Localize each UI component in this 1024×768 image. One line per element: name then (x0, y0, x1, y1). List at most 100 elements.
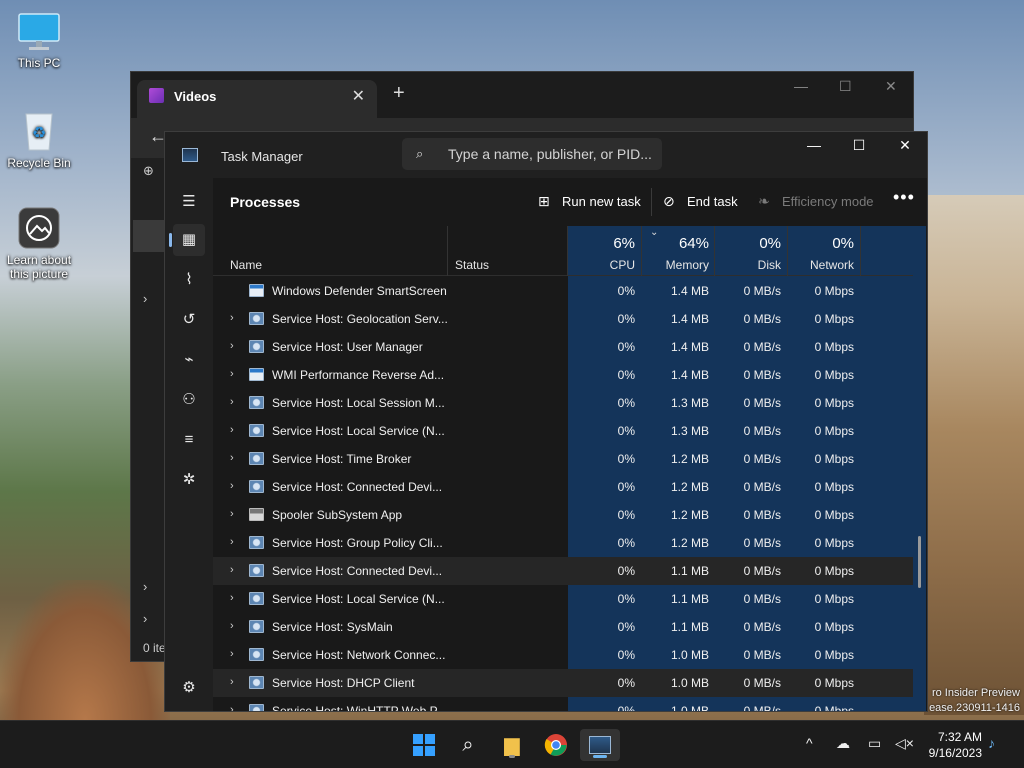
videos-tab[interactable]: Videos ✕ (137, 80, 377, 118)
chevron-right-icon[interactable]: › (143, 611, 147, 626)
chevron-up-icon[interactable]: ^ (806, 735, 813, 751)
expand-chevron-icon[interactable]: › (230, 508, 234, 520)
performance-icon[interactable]: ⌇ (173, 264, 205, 296)
more-options-button[interactable]: ••• (893, 187, 915, 208)
service-icon (249, 676, 264, 689)
process-network: 0 Mbps (814, 704, 854, 712)
search-button[interactable]: ⌕ (448, 729, 488, 761)
process-network: 0 Mbps (814, 424, 854, 438)
process-row[interactable]: › Service Host: Local Service (N... 0% 1.1 … (213, 585, 913, 613)
process-disk: 0 MB/s (743, 704, 781, 712)
expand-chevron-icon[interactable]: › (230, 704, 234, 711)
svg-text:♻: ♻ (32, 125, 46, 142)
close-button[interactable]: ✕ (890, 137, 920, 154)
process-row[interactable]: › Service Host: Network Connec... 0% 1.0 MB… (213, 641, 913, 669)
start-button[interactable] (404, 729, 444, 761)
system-clock[interactable]: 7:32 AM 9/16/2023 (929, 729, 982, 761)
settings-gear-icon[interactable]: ⚙ (173, 672, 205, 704)
search-input[interactable] (448, 144, 653, 164)
column-disk[interactable]: Disk (721, 258, 781, 272)
expand-chevron-icon[interactable]: › (230, 368, 234, 380)
desktop-icon-this-pc[interactable]: This PC (1, 12, 77, 70)
process-row[interactable]: › Service Host: SysMain 0% 1.1 MB 0 MB/s 0 Mb… (213, 613, 913, 641)
process-disk: 0 MB/s (743, 508, 781, 522)
process-row[interactable]: › Service Host: Geolocation Serv... 0% 1.4 … (213, 305, 913, 333)
column-status[interactable]: Status (455, 258, 489, 272)
expand-chevron-icon[interactable]: › (230, 564, 234, 576)
chevron-right-icon[interactable]: › (143, 291, 147, 306)
expand-chevron-icon[interactable]: › (230, 424, 234, 436)
process-row[interactable]: › Service Host: User Manager 0% 1.4 MB 0 MB/… (213, 333, 913, 361)
disk-total-percent[interactable]: 0% (721, 235, 781, 252)
home-icon[interactable]: ⊕ (143, 163, 154, 179)
onedrive-icon[interactable]: ☁ (836, 735, 850, 752)
process-row[interactable]: › Service Host: Time Broker 0% 1.2 MB 0 MB/s… (213, 445, 913, 473)
task-manager-window[interactable]: Task Manager ⌕ — ☐ ✕ ☰ ▦ ⌇ ↺ ⌁ ⚇ ≡ ✲ ⚙ P… (164, 131, 928, 712)
expand-chevron-icon[interactable]: › (230, 312, 234, 324)
processes-icon[interactable]: ▦ (169, 224, 205, 256)
details-icon[interactable]: ≡ (173, 424, 205, 456)
column-network[interactable]: Network (774, 258, 854, 272)
videos-sidebar-selected[interactable] (133, 220, 165, 252)
minimize-button[interactable]: — (799, 137, 829, 153)
expand-chevron-icon[interactable]: › (230, 452, 234, 464)
column-cpu[interactable]: CPU (575, 258, 635, 272)
desktop-icon-learn-about-picture[interactable]: Learn about this picture (1, 207, 77, 281)
videos-close-button[interactable]: ✕ (885, 78, 897, 95)
startup-apps-icon[interactable]: ⌁ (173, 344, 205, 376)
maximize-button[interactable]: ☐ (844, 137, 874, 154)
process-row[interactable]: Windows Defender SmartScreen 0% 1.4 MB 0 MB… (213, 277, 913, 305)
column-name[interactable]: Name (230, 258, 262, 272)
process-name: Service Host: User Manager (272, 340, 423, 354)
end-task-button[interactable]: ⊘ End task (663, 193, 738, 210)
expand-chevron-icon[interactable]: › (230, 620, 234, 632)
process-row[interactable]: › Service Host: Group Policy Cli... 0% 1.2 … (213, 529, 913, 557)
expand-chevron-icon[interactable]: › (230, 340, 234, 352)
service-icon (249, 396, 264, 409)
videos-maximize-button[interactable]: ☐ (839, 78, 852, 95)
process-name: Service Host: Network Connec... (272, 648, 446, 662)
process-row[interactable]: › Service Host: Connected Devi... 0% 1.1 MB… (213, 557, 913, 585)
expand-chevron-icon[interactable]: › (230, 592, 234, 604)
expand-chevron-icon[interactable]: › (230, 648, 234, 660)
chevron-right-icon[interactable]: › (143, 579, 147, 594)
expand-chevron-icon[interactable]: › (230, 396, 234, 408)
cpu-total-percent[interactable]: 6% (575, 235, 635, 252)
expand-chevron-icon[interactable]: › (230, 536, 234, 548)
service-icon (249, 536, 264, 549)
desktop-icon-recycle-bin[interactable]: ♻ Recycle Bin (1, 108, 77, 170)
users-icon[interactable]: ⚇ (173, 384, 205, 416)
process-row[interactable]: › Service Host: Local Session M... 0% 1.3 M… (213, 389, 913, 417)
process-search-box[interactable]: ⌕ (402, 138, 662, 170)
task-manager-taskbar-button[interactable] (580, 729, 620, 761)
process-row[interactable]: › Spooler SubSystem App 0% 1.2 MB 0 MB/s 0 Mb… (213, 501, 913, 529)
chrome-button[interactable] (536, 729, 576, 761)
process-row[interactable]: › Service Host: WinHTTP Web P... 0% 1.0 MB 0… (213, 697, 913, 712)
memory-total-percent[interactable]: 64% (649, 235, 709, 252)
process-row[interactable]: › Service Host: Local Service (N... 0% 1.3 … (213, 417, 913, 445)
window-icon (249, 368, 264, 381)
column-memory[interactable]: Memory (649, 258, 709, 272)
network-icon[interactable]: ▭ (868, 735, 881, 752)
services-icon[interactable]: ✲ (173, 464, 205, 496)
process-network: 0 Mbps (814, 340, 854, 354)
run-new-task-button[interactable]: ⊞ Run new task (538, 193, 641, 210)
process-row[interactable]: › Service Host: Connected Devi... 0% 1.2 MB… (213, 473, 913, 501)
new-tab-button[interactable]: + (393, 82, 405, 105)
videos-minimize-button[interactable]: — (794, 78, 808, 94)
efficiency-mode-button[interactable]: ❧ Efficiency mode (758, 193, 874, 210)
file-explorer-button[interactable]: ▆ (492, 729, 532, 761)
close-tab-icon[interactable]: ✕ (352, 86, 365, 106)
process-row[interactable]: › Service Host: DHCP Client 0% 1.0 MB 0 MB/s… (213, 669, 913, 697)
expand-chevron-icon[interactable]: › (230, 480, 234, 492)
process-cpu: 0% (617, 480, 635, 494)
vertical-scrollbar[interactable] (918, 536, 921, 588)
column-divider (567, 226, 568, 276)
expand-chevron-icon[interactable]: › (230, 676, 234, 688)
app-history-icon[interactable]: ↺ (173, 304, 205, 336)
volume-muted-icon[interactable]: ◁× (895, 735, 914, 752)
network-total-percent[interactable]: 0% (794, 235, 854, 252)
notification-bell-icon[interactable]: ♪ (988, 735, 995, 751)
hamburger-menu-icon[interactable]: ☰ (173, 186, 205, 218)
process-row[interactable]: › WMI Performance Reverse Ad... 0% 1.4 MB 0 … (213, 361, 913, 389)
